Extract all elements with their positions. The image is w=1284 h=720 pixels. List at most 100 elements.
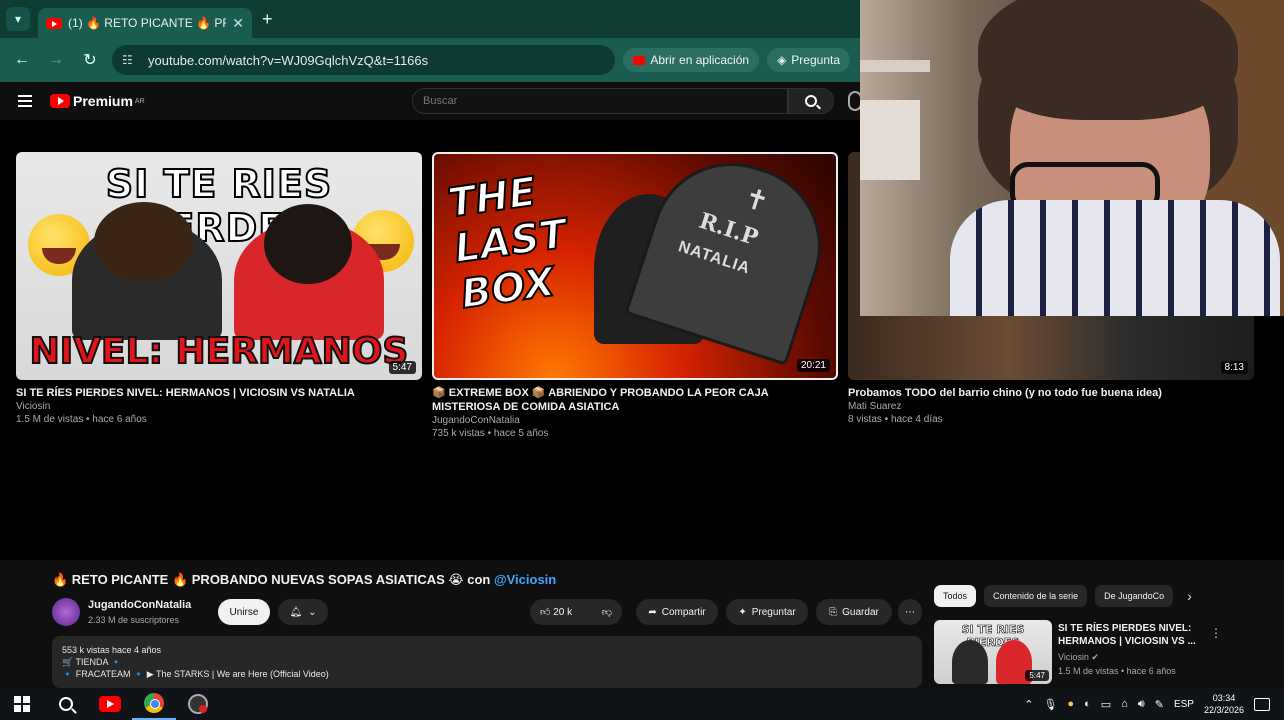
battery-icon[interactable]: ▭ (1101, 698, 1111, 711)
address-bar[interactable]: ☷ youtube.com/watch?v=WJ09GqlchVzQ&t=116… (112, 45, 616, 75)
save-button[interactable]: ⎘ Guardar (816, 599, 892, 625)
channel-name[interactable]: Viciosin (16, 400, 422, 413)
taskbar-chrome-app[interactable] (132, 688, 176, 720)
youtube-app-icon (633, 55, 646, 65)
recommendation-thumbnail[interactable]: SI TE RIES PIERDES 5:47 (934, 620, 1052, 684)
taskbar: ⌃ 🎙︎ ● ◐ ▭ ⌂ 🔊︎ ✎ ESP 03:34 22/3/2026 (0, 688, 1284, 720)
reload-icon[interactable]: ↻ (78, 50, 102, 70)
wall-tile (860, 100, 920, 180)
search-icon (59, 697, 73, 711)
shelf (860, 60, 930, 72)
ask-chip-label: Pregunta (791, 53, 840, 67)
join-button[interactable]: Unirse (218, 599, 270, 625)
end-card[interactable]: SI TE RIES PIERDES NIVEL: HERMANOS 5:47 … (16, 152, 422, 426)
person-hair-top (978, 0, 1238, 120)
back-arrow-icon[interactable]: ← (10, 51, 34, 69)
recommendation-meta: 1.5 M de vistas • hace 6 años (1058, 666, 1176, 676)
forward-arrow-icon[interactable]: → (44, 51, 68, 69)
person-head (264, 204, 352, 284)
share-button[interactable]: ➦ Compartir (636, 599, 718, 625)
video-title[interactable]: SI TE RÍES PIERDES NIVEL: HERMANOS | VIC… (16, 386, 422, 400)
start-button[interactable] (0, 688, 44, 720)
tab-title: (1) 🔥 RETO PICANTE 🔥 PROBA (68, 16, 226, 30)
webcam-overlay (860, 0, 1284, 316)
taskbar-recorder-app[interactable] (176, 688, 220, 720)
video-title: 🔥 RETO PICANTE 🔥 PROBANDO NUEVAS SOPAS A… (52, 572, 556, 588)
video-meta: 735 k vistas • hace 5 años (432, 428, 549, 439)
pen-icon[interactable]: ✎ (1155, 698, 1164, 711)
notifications-button[interactable]: 🔔︎ ⌄ (278, 599, 328, 625)
volume-icon[interactable]: 🔊︎ (1138, 698, 1145, 711)
channel-avatar[interactable] (52, 598, 80, 626)
video-duration: 20:21 (796, 359, 830, 372)
language-indicator[interactable]: ESP (1174, 699, 1194, 710)
search-input[interactable]: Buscar (412, 88, 788, 114)
mention-link[interactable]: @Viciosin (494, 572, 556, 587)
video-title-text: 🔥 RETO PICANTE 🔥 PROBANDO NUEVAS SOPAS A… (52, 572, 494, 587)
thumb-headline: SI TE RIES PIERDES (961, 623, 1025, 650)
like-button[interactable]: 👍︎ 20 k (540, 606, 572, 618)
search-icon (805, 95, 817, 107)
kebab-menu-icon[interactable]: ⋮ (1210, 626, 1222, 640)
taskbar-search-button[interactable] (44, 688, 88, 720)
app-tray-icon[interactable]: ● (1067, 698, 1074, 710)
microphone-icon[interactable]: 🎙︎ (1043, 698, 1057, 711)
description-line: 🛒 TIENDA 🔹 (62, 657, 122, 667)
close-tab-icon[interactable]: ✕ (232, 15, 244, 32)
network-icon[interactable]: ⌂ (1121, 698, 1128, 710)
search-button[interactable] (788, 88, 834, 114)
app-tray-icon[interactable]: ◐ (1084, 698, 1091, 710)
chip-series[interactable]: Contenido de la serie (984, 585, 1088, 607)
logo-region: AR (134, 97, 145, 105)
video-title[interactable]: Probamos TODO del barrio chino (y no tod… (848, 386, 1254, 400)
video-thumbnail[interactable]: THE LAST BOX ✝ R.I.P NATALIA 20:21 (432, 152, 838, 380)
thumb-subheadline: NIVEL: HERMANOS (29, 330, 410, 373)
open-in-app-button[interactable]: Abrir en aplicación (623, 48, 760, 72)
chevron-right-icon[interactable]: › (1187, 588, 1192, 604)
youtube-logo[interactable]: Premium AR (50, 93, 145, 109)
recommendation-channel[interactable]: Viciosin ✔ (1058, 652, 1099, 663)
chevron-down-icon: ▾ (14, 12, 22, 26)
bookmark-icon: ⎘ (829, 606, 838, 618)
person-head (94, 202, 194, 282)
youtube-header: Premium AR Buscar (0, 82, 862, 120)
video-duration: 5:47 (388, 361, 416, 374)
video-thumbnail[interactable]: SI TE RIES PIERDES NIVEL: HERMANOS 5:47 (16, 152, 422, 380)
lens-icon: ◈ (777, 53, 787, 67)
menu-icon[interactable] (18, 95, 32, 107)
channel-name[interactable]: Mati Suarez (848, 400, 1254, 413)
new-tab-icon[interactable]: + (262, 9, 273, 30)
video-title[interactable]: 📦 EXTREME BOX 📦 ABRIENDO Y PROBANDO LA P… (432, 386, 838, 414)
chip-channel[interactable]: De JugandoCo (1095, 585, 1174, 607)
ask-chip-button[interactable]: ◈ Pregunta (767, 48, 850, 72)
ask-button[interactable]: ✦ Preguntar (726, 599, 808, 625)
share-icon: ➦ (648, 606, 657, 618)
logo-text: Premium (73, 93, 133, 109)
video-meta: 1.5 M de vistas • hace 6 años (16, 414, 147, 425)
share-label: Compartir (661, 606, 706, 618)
cross-icon: ✝ (740, 181, 773, 219)
chevron-up-icon[interactable]: ⌃ (1024, 698, 1033, 711)
browser-tab-active[interactable]: (1) 🔥 RETO PICANTE 🔥 PROBA ✕ (38, 8, 252, 38)
clock-time: 03:34 (1212, 693, 1236, 703)
watch-info: 🔥 RETO PICANTE 🔥 PROBANDO NUEVAS SOPAS A… (0, 560, 1284, 688)
clock[interactable]: 03:34 22/3/2026 (1204, 692, 1244, 716)
tab-search-button[interactable]: ▾ (6, 7, 30, 31)
notifications-icon[interactable] (1254, 697, 1270, 711)
end-card[interactable]: THE LAST BOX ✝ R.I.P NATALIA 20:21 📦 EXT… (432, 152, 838, 440)
taskbar-youtube-app[interactable] (88, 688, 132, 720)
channel-name[interactable]: JugandoConNatalia (88, 599, 191, 611)
system-tray: ⌃ 🎙︎ ● ◐ ▭ ⌂ 🔊︎ ✎ ESP 03:34 22/3/2026 (1024, 688, 1284, 720)
windows-icon (14, 696, 30, 712)
recommendation-title[interactable]: SI TE RÍES PIERDES NIVEL: HERMANOS | VIC… (1058, 622, 1208, 648)
site-settings-icon[interactable]: ☷ (122, 53, 138, 67)
chip-all[interactable]: Todos (934, 585, 977, 607)
more-actions-icon[interactable]: ⋯ (898, 599, 922, 625)
description-box[interactable]: 553 k vistas hace 4 años 🛒 TIENDA 🔹 🔹 FR… (52, 636, 922, 688)
youtube-favicon-icon (46, 17, 62, 29)
screen: ▾ (1) 🔥 RETO PICANTE 🔥 PROBA ✕ + ← → ↻ ☷… (0, 0, 1284, 720)
recommendation-item[interactable]: SI TE RIES PIERDES 5:47 SI TE RÍES PIERD… (934, 620, 1274, 684)
dislike-icon[interactable]: 👎︎ (602, 606, 612, 618)
person-shirt (950, 200, 1280, 316)
channel-name[interactable]: JugandoConNatalia (432, 414, 838, 427)
